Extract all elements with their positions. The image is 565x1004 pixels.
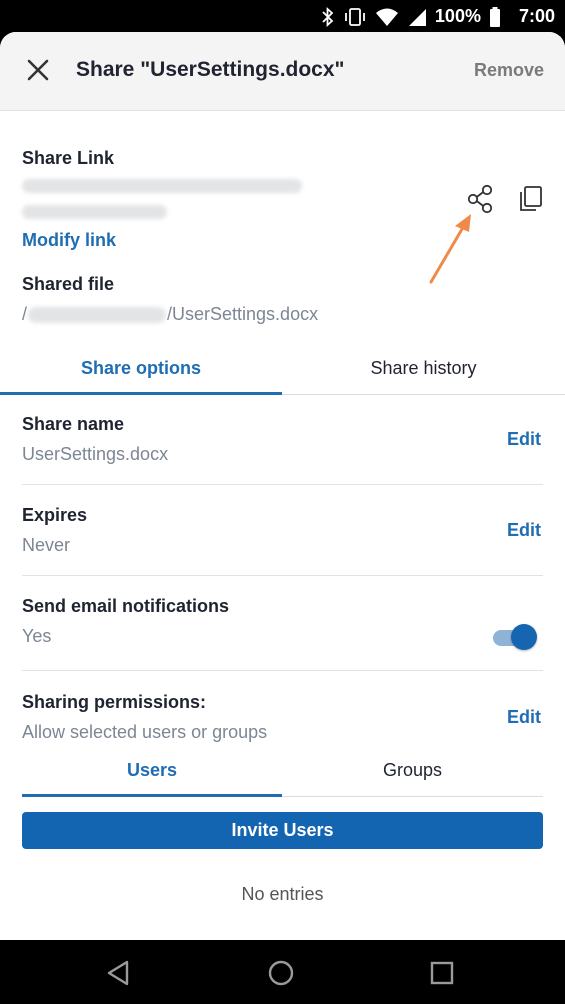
modify-link[interactable]: Modify link xyxy=(22,230,116,251)
status-icons: 100% 7:00 xyxy=(321,6,555,27)
invite-users-button[interactable]: Invite Users xyxy=(22,812,543,849)
status-bar: 100% 7:00 xyxy=(0,0,565,34)
tab-groups[interactable]: Groups xyxy=(282,760,543,781)
expires-label: Expires xyxy=(22,505,88,525)
email-notifications-value: Yes xyxy=(22,626,52,646)
wifi-icon xyxy=(375,8,398,26)
share-link-label: Share Link xyxy=(22,148,115,168)
tab-users[interactable]: Users xyxy=(22,760,282,781)
close-button[interactable] xyxy=(22,54,54,86)
signal-icon xyxy=(408,8,426,26)
active-subtab-indicator xyxy=(22,794,282,797)
recents-button[interactable] xyxy=(427,958,457,988)
battery-icon xyxy=(489,6,500,27)
share-tabs: Share options Share history xyxy=(0,350,565,395)
path-prefix: / xyxy=(22,304,28,324)
back-button[interactable] xyxy=(103,958,133,988)
empty-state-text: No entries xyxy=(241,884,324,904)
clock: 7:00 xyxy=(518,6,555,26)
edit-share-name-button[interactable]: Edit xyxy=(507,429,541,450)
back-icon xyxy=(107,960,129,986)
permission-tabs: Users Groups xyxy=(22,752,543,797)
copy-icon xyxy=(520,186,542,211)
active-tab-indicator xyxy=(0,392,282,395)
remove-button[interactable]: Remove xyxy=(474,60,544,81)
copy-link-button[interactable] xyxy=(516,184,546,214)
home-button[interactable] xyxy=(266,958,296,988)
divider xyxy=(22,670,543,671)
share-sheet: Share "UserSettings.docx" Remove Share L… xyxy=(0,32,565,940)
expires-value: Never xyxy=(22,535,71,555)
toggle-knob xyxy=(511,624,537,650)
shared-file-label: Shared file xyxy=(22,274,115,294)
edit-permissions-button[interactable]: Edit xyxy=(507,707,541,728)
email-notifications-toggle[interactable] xyxy=(493,624,538,650)
sharing-permissions-value: Allow selected users or groups xyxy=(22,722,268,742)
path-suffix: /UserSettings.docx xyxy=(167,304,319,324)
redacted-link-line-2 xyxy=(22,205,167,219)
sheet-header: Share "UserSettings.docx" Remove xyxy=(0,32,565,111)
tab-share-history[interactable]: Share history xyxy=(282,358,565,379)
bluetooth-icon xyxy=(322,6,334,27)
close-icon xyxy=(27,59,49,81)
vibrate-icon xyxy=(345,7,365,26)
share-name-value: UserSettings.docx xyxy=(22,444,169,464)
recents-icon xyxy=(430,961,454,985)
navigation-bar xyxy=(0,940,565,1004)
email-notifications-label: Send email notifications xyxy=(22,596,230,616)
battery-percent: 100% xyxy=(434,6,481,26)
share-name-label: Share name xyxy=(22,414,125,434)
home-icon xyxy=(268,960,294,986)
sharing-permissions-label: Sharing permissions: xyxy=(22,692,207,712)
edit-expires-button[interactable]: Edit xyxy=(507,520,541,541)
tab-share-options[interactable]: Share options xyxy=(0,358,282,379)
page-title: Share "UserSettings.docx" xyxy=(76,58,345,81)
shared-file-path: / /UserSettings.docx xyxy=(22,304,318,325)
redacted-link-line-1 xyxy=(22,179,302,193)
annotation-arrow xyxy=(429,214,471,284)
divider xyxy=(22,484,543,485)
redacted-path xyxy=(28,307,167,324)
divider xyxy=(22,575,543,576)
